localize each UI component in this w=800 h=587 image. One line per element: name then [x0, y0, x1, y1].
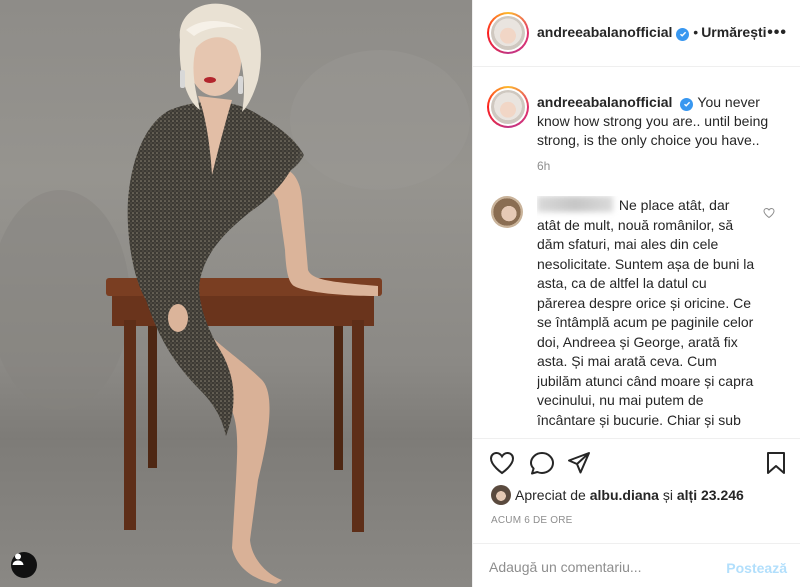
bookmark-icon[interactable] — [765, 451, 787, 480]
post-photo[interactable] — [0, 0, 472, 587]
post-age[interactable]: ACUM 6 DE ORE — [491, 515, 573, 526]
caption-avatar[interactable] — [487, 86, 529, 128]
likes-prefix: Apreciat de — [515, 487, 586, 503]
comment-input[interactable] — [489, 557, 709, 577]
caption-username[interactable]: andreeabalanofficial — [537, 94, 672, 110]
header-user: andreeabalanofficial • Urmărești — [537, 24, 767, 41]
likes-conj: și — [662, 487, 673, 503]
username-link[interactable]: andreeabalanofficial — [537, 24, 672, 40]
scroll-fade — [473, 428, 800, 438]
caption-timestamp[interactable]: 6h — [537, 159, 550, 173]
post-actions: Apreciat de albu.diana și alți 23.246 AC… — [473, 438, 800, 587]
likes-summary[interactable]: Apreciat de albu.diana și alți 23.246 — [491, 485, 744, 505]
photo-illustration — [0, 3, 472, 587]
comment: Ne place atât, dar atât de mult, nouă ro… — [537, 196, 755, 434]
liker-username[interactable]: albu.diana — [590, 487, 659, 503]
avatar[interactable] — [487, 12, 529, 54]
post-header: andreeabalanofficial • Urmărești ••• — [473, 0, 800, 67]
comment-text: Ne place atât, dar atât de mult, nouă ro… — [537, 197, 755, 434]
verified-badge-icon — [676, 27, 690, 41]
person-tag-icon[interactable] — [11, 552, 37, 578]
commenter-username-blurred[interactable] — [537, 196, 613, 212]
commenter-avatar[interactable] — [491, 196, 523, 228]
post-comment-button[interactable]: Postează — [726, 560, 787, 576]
heart-icon[interactable] — [489, 451, 515, 480]
paper-plane-icon[interactable] — [567, 451, 591, 480]
comment-icon[interactable] — [529, 451, 555, 480]
more-options-icon[interactable]: ••• — [767, 24, 787, 42]
verified-badge-icon — [680, 97, 694, 111]
add-comment-bar: Postează — [473, 543, 800, 587]
post-caption: andreeabalanofficial You never know how s… — [537, 93, 787, 150]
heart-outline-icon[interactable] — [763, 206, 775, 224]
header-dot: • — [693, 24, 699, 40]
post-side-panel: andreeabalanofficial • Urmărești ••• andr… — [472, 0, 800, 587]
follow-button[interactable]: Urmărești — [701, 24, 766, 40]
likes-others[interactable]: alți 23.246 — [677, 487, 744, 503]
liker-avatar — [491, 485, 511, 505]
